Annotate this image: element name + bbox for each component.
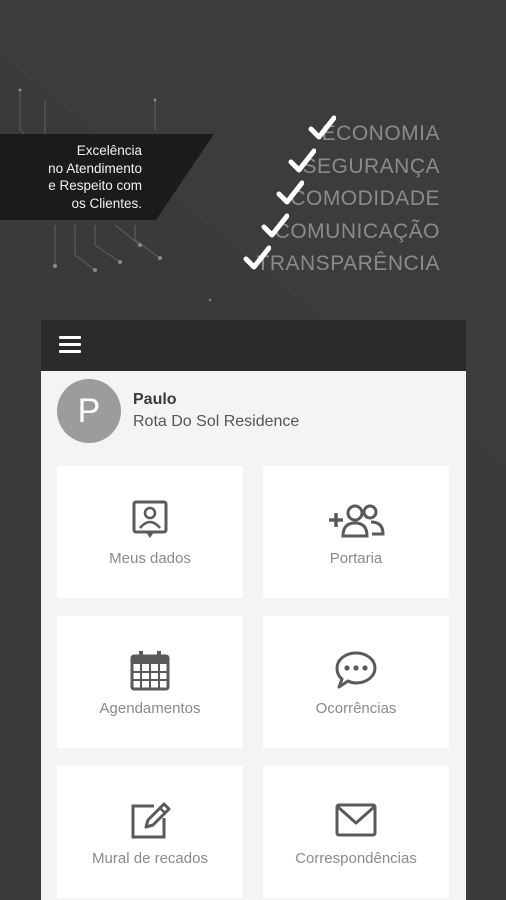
checkmark-icon (276, 180, 305, 205)
slogan-line: e Respeito com (48, 178, 142, 193)
value-item: ECONOMIA (243, 115, 440, 151)
tile-meus-dados[interactable]: Meus dados (57, 466, 243, 598)
tile-label: Mural de recados (92, 850, 208, 867)
tile-correspondencias[interactable]: Correspondências (263, 766, 449, 898)
user-profile: P Paulo Rota Do Sol Residence (41, 371, 466, 451)
tile-label: Agendamentos (99, 700, 201, 717)
tile-label: Portaria (329, 550, 383, 567)
app-screen: P Paulo Rota Do Sol Residence Meus dados (41, 320, 466, 900)
slogan-line: Excelência (76, 143, 142, 158)
value-label: COMODIDADE (290, 187, 440, 211)
checkmark-icon (261, 213, 289, 238)
checkmark-icon (308, 115, 336, 140)
user-name: Paulo (133, 391, 177, 408)
add-users-icon (329, 504, 385, 538)
hamburger-menu-icon[interactable] (59, 336, 81, 354)
checkmark-icon (288, 148, 317, 173)
checkmark-icon (243, 245, 271, 270)
value-label: ECONOMIA (321, 122, 440, 146)
value-item: COMUNICAÇÃO (243, 213, 440, 249)
app-topbar (41, 320, 466, 371)
value-label: TRANSPARÊNCIA (256, 252, 440, 276)
avatar: P (57, 379, 121, 443)
tile-mural-de-recados[interactable]: Mural de recados (57, 766, 243, 898)
edit-note-icon (131, 802, 171, 839)
values-list: ECONOMIA SEGURANÇA COMODIDADE COMUNICAÇÃ… (243, 115, 440, 281)
chat-bubble-icon (335, 651, 377, 689)
tile-label: Meus dados (109, 550, 191, 567)
tile-label: Ocorrências (315, 700, 397, 717)
slogan-banner: Excelência no Atendimento e Respeito com… (0, 134, 214, 220)
calendar-icon (130, 651, 170, 691)
value-item: TRANSPARÊNCIA (243, 245, 440, 281)
tile-agendamentos[interactable]: Agendamentos (57, 616, 243, 748)
condo-name: Rota Do Sol Residence (133, 413, 300, 430)
tile-label: Correspondências (295, 850, 417, 867)
tile-portaria[interactable]: Portaria (263, 466, 449, 598)
value-label: COMUNICAÇÃO (274, 219, 440, 243)
envelope-icon (335, 803, 377, 837)
slogan-line: no Atendimento (48, 160, 142, 176)
value-item: SEGURANÇA (243, 148, 440, 184)
value-label: SEGURANÇA (302, 154, 440, 178)
value-item: COMODIDADE (243, 180, 440, 216)
slogan-line: os Clientes. (71, 195, 142, 211)
tile-ocorrencias[interactable]: Ocorrências (263, 616, 449, 748)
user-card-icon (132, 500, 168, 538)
